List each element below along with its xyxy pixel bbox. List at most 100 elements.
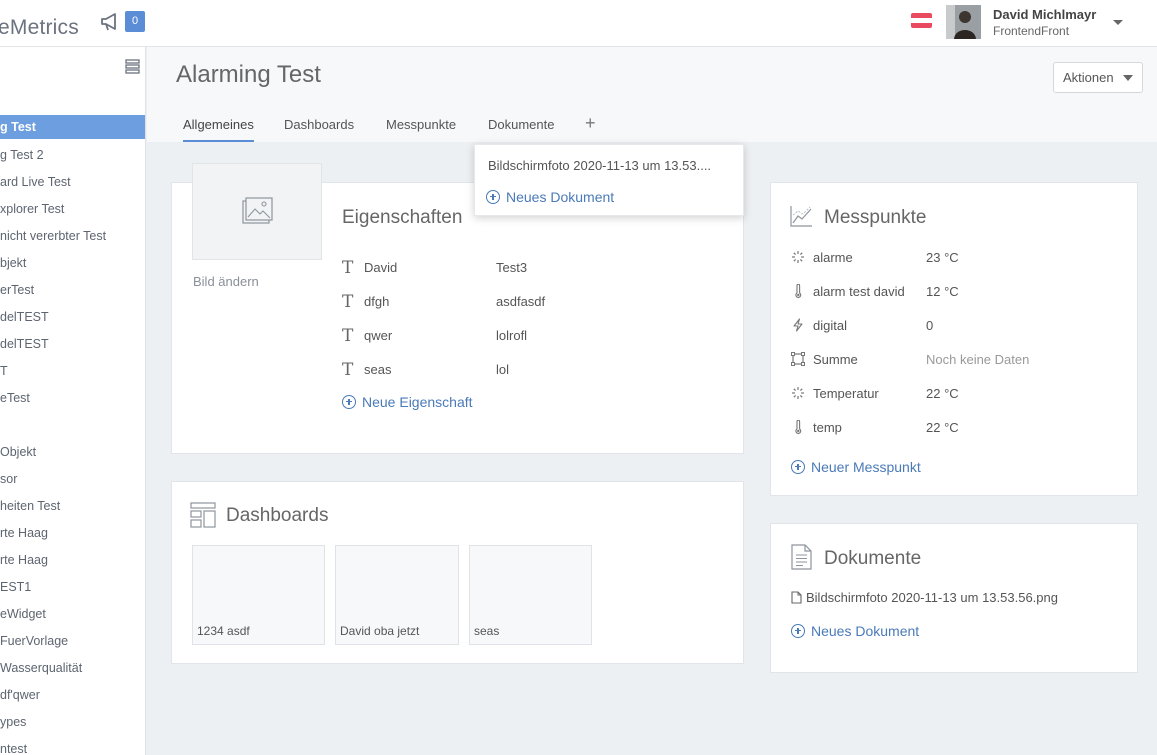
sidebar-item[interactable]: delTEST bbox=[0, 304, 145, 331]
documents-dropdown: Bildschirmfoto 2020-11-13 um 13.53.... N… bbox=[474, 144, 744, 216]
image-icon bbox=[242, 197, 273, 224]
text-type-icon: T bbox=[342, 258, 354, 278]
add-document-link[interactable]: Neues Dokument bbox=[791, 623, 919, 639]
spinner-icon bbox=[792, 387, 804, 399]
sidebar-item[interactable]: delTEST bbox=[0, 331, 145, 358]
messpunkte-title: Messpunkte bbox=[824, 207, 927, 228]
sidebar-item[interactable]: xplorer Test bbox=[0, 196, 145, 223]
messpunkt-name[interactable]: Temperatur bbox=[813, 386, 879, 401]
thermometer-icon bbox=[795, 284, 802, 298]
document-file-name: Bildschirmfoto 2020-11-13 um 13.53.56.pn… bbox=[806, 590, 1058, 605]
document-icon bbox=[791, 544, 812, 570]
change-image-link[interactable]: Bild ändern bbox=[193, 274, 259, 289]
sidebar-item[interactable]: ard Live Test bbox=[0, 169, 145, 196]
sidebar-item[interactable]: g Test bbox=[0, 115, 145, 139]
list-toggle-icon[interactable] bbox=[125, 59, 140, 74]
property-key: David bbox=[364, 260, 398, 275]
dashboard-tile[interactable]: 1234 asdf bbox=[192, 545, 325, 645]
messpunkt-value: 22 °C bbox=[926, 386, 959, 401]
notification-badge[interactable]: 0 bbox=[125, 11, 145, 32]
sidebar-item[interactable]: sor bbox=[0, 466, 145, 493]
messpunkt-name[interactable]: temp bbox=[813, 420, 842, 435]
actions-button[interactable]: Aktionen bbox=[1053, 62, 1143, 93]
text-type-icon: T bbox=[342, 326, 354, 346]
property-value[interactable]: lolrofl bbox=[496, 328, 527, 343]
dropdown-document-item[interactable]: Bildschirmfoto 2020-11-13 um 13.53.... bbox=[488, 158, 733, 173]
spinner-icon bbox=[792, 251, 804, 263]
user-company[interactable]: FrontendFront bbox=[993, 24, 1069, 38]
avatar[interactable] bbox=[946, 5, 981, 39]
messpunkt-value: 22 °C bbox=[926, 420, 959, 435]
tab-dashboards[interactable]: Dashboards bbox=[284, 117, 354, 142]
sidebar: g Test g Test 2 ard Live Test xplorer Te… bbox=[0, 47, 146, 755]
add-messpunkt-label: Neuer Messpunkt bbox=[811, 459, 921, 475]
messpunkt-name[interactable]: digital bbox=[813, 318, 847, 333]
dokumente-card: Dokumente Bildschirmfoto 2020-11-13 um 1… bbox=[770, 523, 1138, 673]
sidebar-item[interactable]: FuerVorlage bbox=[0, 628, 145, 655]
sidebar-item[interactable]: Wasserqualität bbox=[0, 655, 145, 682]
sidebar-item[interactable]: nicht vererbter Test bbox=[0, 223, 145, 250]
plus-circle-icon bbox=[791, 460, 805, 474]
plus-circle-icon bbox=[791, 624, 805, 638]
properties-card: Bild ändern Eigenschaften T David Test3 … bbox=[171, 163, 744, 454]
user-name[interactable]: David Michlmayr bbox=[993, 7, 1096, 22]
property-value[interactable]: lol bbox=[496, 362, 509, 377]
messpunkt-name[interactable]: alarm test david bbox=[813, 284, 905, 299]
sidebar-item[interactable]: g Test 2 bbox=[0, 142, 145, 169]
sidebar-item[interactable]: Objekt bbox=[0, 439, 145, 466]
austria-flag-icon[interactable] bbox=[911, 13, 932, 28]
dashboard-tile[interactable]: seas bbox=[469, 545, 592, 645]
sidebar-item[interactable]: heiten Test bbox=[0, 493, 145, 520]
sidebar-item[interactable] bbox=[0, 412, 145, 439]
messpunkt-value: 0 bbox=[926, 318, 934, 333]
lightning-icon bbox=[793, 318, 803, 332]
dashboard-tile[interactable]: David oba jetzt bbox=[335, 545, 459, 645]
sidebar-item[interactable]: rte Haag bbox=[0, 547, 145, 574]
property-value[interactable]: Test3 bbox=[496, 260, 527, 275]
page-header: Alarming Test Aktionen Allgemeines Dashb… bbox=[147, 47, 1157, 142]
sidebar-item[interactable]: EST1 bbox=[0, 574, 145, 601]
sidebar-item[interactable]: erTest bbox=[0, 277, 145, 304]
dropdown-add-document-label: Neues Dokument bbox=[506, 189, 615, 205]
sidebar-item[interactable]: T bbox=[0, 358, 145, 385]
square-sum-icon bbox=[791, 352, 805, 366]
property-value[interactable]: asdfasdf bbox=[496, 294, 545, 309]
sidebar-item[interactable]: eWidget bbox=[0, 601, 145, 628]
plus-circle-icon bbox=[342, 395, 356, 409]
chevron-down-icon[interactable] bbox=[1112, 17, 1124, 27]
messpunkt-name[interactable]: Summe bbox=[813, 352, 858, 367]
property-key: seas bbox=[364, 362, 392, 377]
text-type-icon: T bbox=[342, 360, 354, 380]
dashboards-title: Dashboards bbox=[226, 505, 329, 526]
dokumente-title: Dokumente bbox=[824, 548, 922, 569]
sidebar-item[interactable]: eTest bbox=[0, 385, 145, 412]
tab-messpunkte[interactable]: Messpunkte bbox=[386, 117, 456, 142]
messpunkt-value: Noch keine Daten bbox=[926, 352, 1030, 367]
dashboards-card: Dashboards 1234 asdf David oba jetzt sea… bbox=[171, 481, 744, 664]
add-messpunkt-link[interactable]: Neuer Messpunkt bbox=[791, 459, 921, 475]
property-key: qwer bbox=[364, 328, 393, 343]
add-tab-button[interactable]: + bbox=[585, 113, 596, 134]
dropdown-add-document[interactable]: Neues Dokument bbox=[486, 189, 614, 205]
image-placeholder[interactable] bbox=[192, 163, 322, 260]
add-property-link[interactable]: Neue Eigenschaft bbox=[342, 394, 473, 410]
messpunkt-name[interactable]: alarme bbox=[813, 250, 853, 265]
tab-dokumente[interactable]: Dokumente bbox=[488, 117, 554, 142]
page-title: Alarming Test bbox=[176, 61, 321, 88]
sidebar-item[interactable]: ntest bbox=[0, 736, 145, 755]
caret-down-icon bbox=[1123, 75, 1133, 81]
sidebar-item[interactable]: df'qwer bbox=[0, 682, 145, 709]
messpunkte-card: Messpunkte alarme 23 °C alarm test david… bbox=[770, 182, 1138, 496]
sidebar-item[interactable]: bjekt bbox=[0, 250, 145, 277]
sidebar-item[interactable]: rte Haag bbox=[0, 520, 145, 547]
add-property-label: Neue Eigenschaft bbox=[362, 394, 473, 410]
dashboard-icon bbox=[190, 502, 216, 528]
sidebar-item[interactable]: ypes bbox=[0, 709, 145, 736]
megaphone-icon[interactable] bbox=[100, 12, 122, 32]
document-file-link[interactable]: Bildschirmfoto 2020-11-13 um 13.53.56.pn… bbox=[791, 590, 1058, 605]
properties-title: Eigenschaften bbox=[342, 207, 463, 228]
property-key: dfgh bbox=[364, 294, 390, 309]
dashboard-tile-label: David oba jetzt bbox=[340, 624, 420, 638]
tab-allgemeines[interactable]: Allgemeines bbox=[183, 117, 254, 142]
brand-logo[interactable]: eMetrics bbox=[0, 16, 79, 40]
